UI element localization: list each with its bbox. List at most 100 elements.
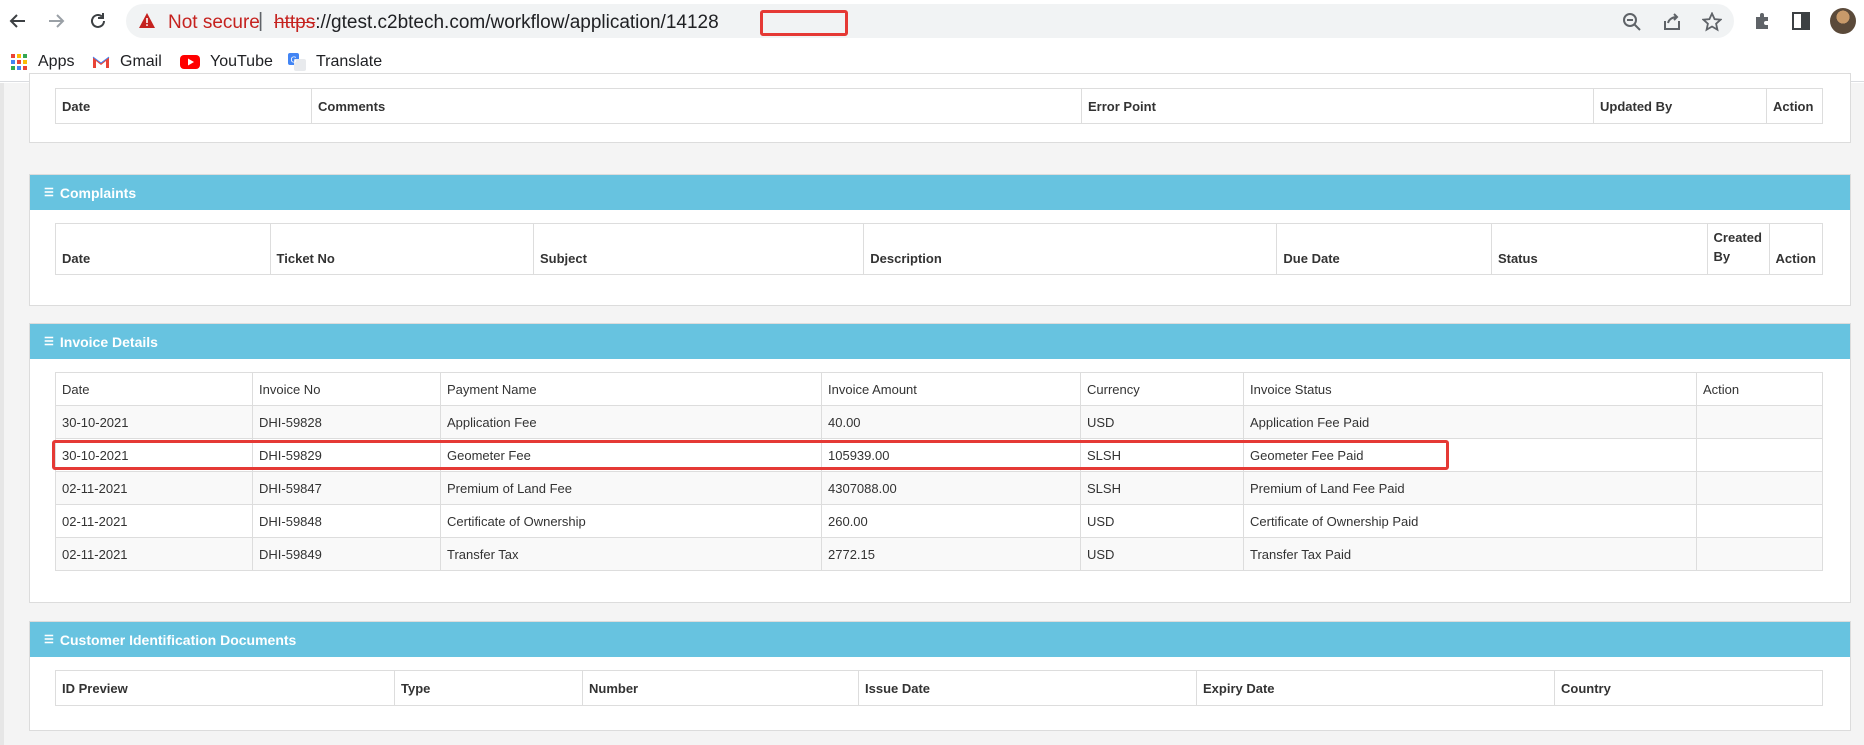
bookmark-youtube[interactable]: YouTube (180, 51, 273, 73)
youtube-icon (180, 53, 200, 71)
cell-currency: SLSH (1080, 438, 1244, 472)
forward-arrow-icon[interactable] (44, 9, 68, 33)
col-ticket-no[interactable]: Ticket No (269, 223, 534, 275)
bookmark-apps-label: Apps (38, 53, 75, 70)
table-row[interactable]: 30-10-2021 DHI-59828 Application Fee 40.… (55, 405, 1823, 439)
col-date[interactable]: Date (55, 223, 271, 275)
cell-invoice-amount: 260.00 (821, 504, 1081, 538)
col-country[interactable]: Country (1554, 670, 1823, 706)
col-comments[interactable]: Comments (311, 88, 1082, 124)
complaints-header[interactable]: ☰ Complaints (30, 175, 1850, 210)
complaints-title: Complaints (59, 184, 137, 201)
col-id-preview[interactable]: ID Preview (55, 670, 395, 706)
cell-invoice-amount: 40.00 (821, 405, 1081, 439)
reload-icon[interactable] (86, 9, 110, 33)
col-description[interactable]: Description (863, 223, 1278, 275)
side-panel-icon[interactable] (1790, 10, 1812, 32)
col-payment-name[interactable]: Payment Name (440, 372, 822, 406)
invoice-panel: ☰ Invoice Details Date Invoice No Paymen… (29, 323, 1851, 603)
history-table: Date Comments Error Point Updated By Act… (55, 88, 1823, 124)
cell-action[interactable] (1696, 537, 1823, 571)
cell-action[interactable] (1696, 438, 1823, 472)
bookmark-star-icon[interactable] (1701, 11, 1723, 32)
col-type[interactable]: Type (394, 670, 583, 706)
cell-date: 30-10-2021 (55, 405, 253, 439)
cell-invoice-no: DHI-59848 (252, 504, 441, 538)
cell-invoice-amount: 105939.00 (821, 438, 1081, 472)
col-invoice-status[interactable]: Invoice Status (1243, 372, 1697, 406)
cell-date: 02-11-2021 (55, 537, 253, 571)
cell-invoice-amount: 2772.15 (821, 537, 1081, 571)
table-row[interactable]: 30-10-2021 DHI-59829 Geometer Fee 105939… (55, 438, 1823, 472)
col-error-point[interactable]: Error Point (1081, 88, 1594, 124)
col-invoice-amount[interactable]: Invoice Amount (821, 372, 1081, 406)
cell-invoice-no: DHI-59829 (252, 438, 441, 472)
cell-date: 02-11-2021 (55, 504, 253, 538)
cell-payment-name: Premium of Land Fee (440, 471, 822, 505)
col-updated-by[interactable]: Updated By (1593, 88, 1767, 124)
col-expiry-date[interactable]: Expiry Date (1196, 670, 1555, 706)
table-row[interactable]: 02-11-2021 DHI-59849 Transfer Tax 2772.1… (55, 537, 1823, 571)
url-scheme: https (274, 12, 316, 33)
col-action[interactable]: Action (1768, 223, 1824, 275)
list-icon: ☰ (44, 634, 54, 646)
cell-invoice-amount: 4307088.00 (821, 471, 1081, 505)
col-action[interactable]: Action (1696, 372, 1823, 406)
warning-triangle-icon (138, 12, 156, 30)
cell-date: 30-10-2021 (55, 438, 253, 472)
invoice-header[interactable]: ☰ Invoice Details (30, 324, 1850, 359)
table-row[interactable]: 02-11-2021 DHI-59847 Premium of Land Fee… (55, 471, 1823, 505)
cell-currency: USD (1080, 537, 1244, 571)
complaints-panel: ☰ Complaints Date Ticket No Subject Desc… (29, 174, 1851, 306)
gmail-icon (92, 53, 110, 71)
list-icon: ☰ (44, 187, 54, 199)
share-icon[interactable] (1662, 12, 1682, 32)
bookmark-apps[interactable]: Apps (10, 51, 74, 73)
not-secure-label[interactable]: Not secure (168, 12, 260, 34)
bookmark-translate[interactable]: G Translate (288, 51, 382, 73)
bookmark-gmail[interactable]: Gmail (92, 51, 162, 73)
col-date[interactable]: Date (55, 88, 312, 124)
cell-payment-name: Geometer Fee (440, 438, 822, 472)
cell-action[interactable] (1696, 471, 1823, 505)
cell-payment-name: Transfer Tax (440, 537, 822, 571)
col-subject[interactable]: Subject (532, 223, 865, 275)
cell-invoice-status: Transfer Tax Paid (1243, 537, 1697, 571)
bookmark-gmail-label: Gmail (120, 53, 162, 70)
cell-action[interactable] (1696, 405, 1823, 439)
zoom-icon[interactable] (1622, 12, 1642, 32)
browser-toolbar: Not secure | https://gtest.c2btech.com/w… (0, 0, 1864, 42)
col-issue-date[interactable]: Issue Date (858, 670, 1197, 706)
profile-avatar[interactable] (1830, 8, 1856, 34)
cell-invoice-status: Geometer Fee Paid (1243, 438, 1697, 472)
col-due-date[interactable]: Due Date (1276, 223, 1492, 275)
url-path: ://gtest.c2btech.com/workflow/applicatio… (315, 12, 719, 33)
cell-payment-name: Certificate of Ownership (440, 504, 822, 538)
cell-currency: USD (1080, 405, 1244, 439)
col-number[interactable]: Number (582, 670, 859, 706)
invoice-title: Invoice Details (59, 333, 158, 350)
extensions-puzzle-icon[interactable] (1752, 10, 1774, 32)
col-currency[interactable]: Currency (1080, 372, 1244, 406)
col-action[interactable]: Action (1766, 88, 1823, 124)
url-separator: | (258, 10, 264, 32)
table-row[interactable]: 02-11-2021 DHI-59848 Certificate of Owne… (55, 504, 1823, 538)
customer-docs-header[interactable]: ☰ Customer Identification Documents (30, 622, 1850, 657)
col-status[interactable]: Status (1490, 223, 1708, 275)
address-bar[interactable]: Not secure | https://gtest.c2btech.com/w… (126, 4, 1734, 38)
cell-invoice-no: DHI-59847 (252, 471, 441, 505)
cell-currency: USD (1080, 504, 1244, 538)
col-created-by[interactable]: Created By (1706, 223, 1770, 275)
back-arrow-icon[interactable] (6, 9, 30, 33)
left-rail (0, 83, 4, 745)
cell-payment-name: Application Fee (440, 405, 822, 439)
customer-docs-title: Customer Identification Documents (59, 631, 297, 648)
translate-icon: G (288, 53, 306, 71)
list-icon: ☰ (44, 336, 54, 348)
col-date[interactable]: Date (55, 372, 253, 406)
cell-action[interactable] (1696, 504, 1823, 538)
cell-invoice-status: Certificate of Ownership Paid (1243, 504, 1697, 538)
url-text[interactable]: https://gtest.c2btech.com/workflow/appli… (274, 12, 719, 34)
col-invoice-no[interactable]: Invoice No (252, 372, 441, 406)
cell-invoice-no: DHI-59849 (252, 537, 441, 571)
